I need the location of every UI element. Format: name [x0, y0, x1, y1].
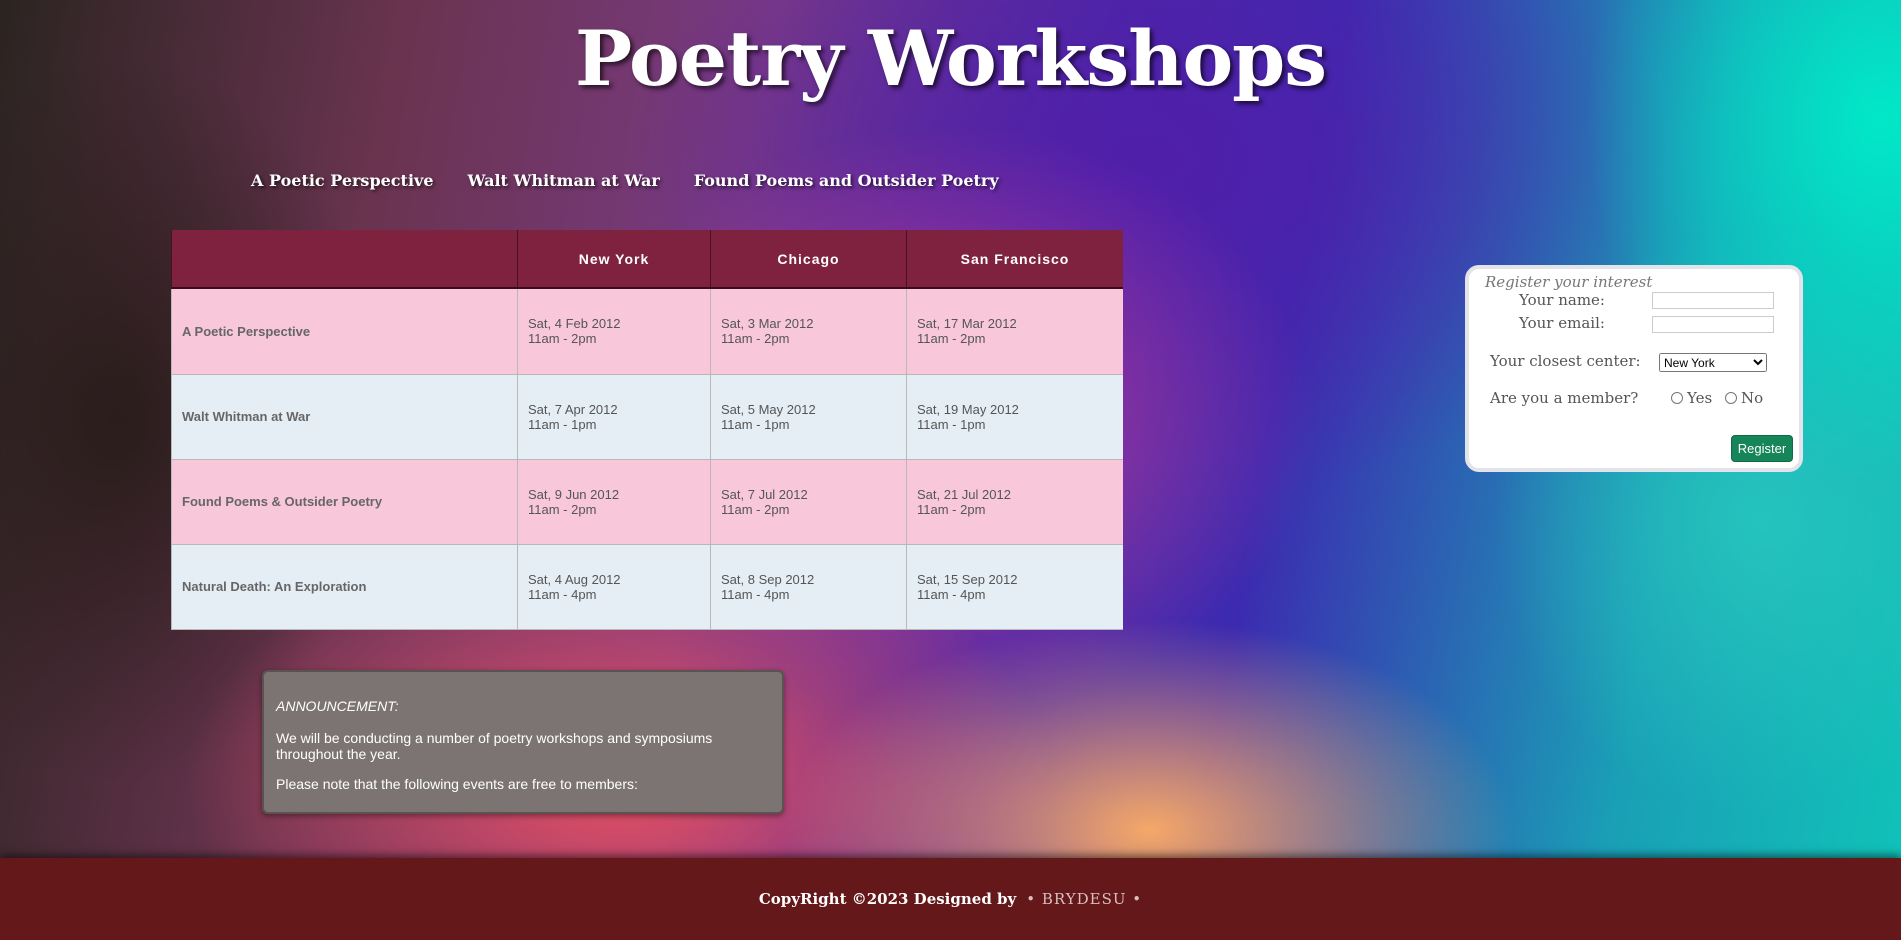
table-row: Natural Death: An Exploration Sat, 4 Aug…	[171, 544, 1123, 631]
session-cell: Sat, 21 Jul 2012 11am - 2pm	[906, 459, 1123, 545]
announcement-text: Please note that the following events ar…	[276, 776, 638, 792]
center-select[interactable]: New York	[1659, 353, 1767, 372]
session-cell: Sat, 15 Sep 2012 11am - 4pm	[906, 544, 1123, 631]
member-no-radio[interactable]	[1725, 392, 1737, 404]
table-row: Found Poems & Outsider Poetry Sat, 9 Jun…	[171, 459, 1123, 545]
schedule-table: New York Chicago San Francisco A Poetic …	[171, 230, 1123, 631]
announcement-text: We will be conducting a number of poetry…	[276, 730, 713, 762]
table-row: Walt Whitman at War Sat, 7 Apr 2012 11am …	[171, 374, 1123, 460]
email-label: Your email:	[1519, 314, 1605, 332]
workshop-nav: A Poetic Perspective Walt Whitman at War…	[251, 171, 999, 190]
session-cell: Sat, 4 Aug 2012 11am - 4pm	[517, 544, 711, 631]
nav-link-walt-whitman[interactable]: Walt Whitman at War	[468, 171, 660, 190]
table-header-row: New York Chicago San Francisco	[171, 230, 1123, 289]
member-no-label: No	[1741, 389, 1764, 407]
workshop-name: A Poetic Perspective	[171, 288, 518, 375]
session-cell: Sat, 9 Jun 2012 11am - 2pm	[517, 459, 711, 545]
footer-copyright: CopyRight ©2023 Designed by	[758, 890, 1017, 908]
footer: CopyRight ©2023 Designed by • BRYDESU •	[0, 858, 1901, 940]
nav-link-poetic-perspective[interactable]: A Poetic Perspective	[251, 171, 434, 190]
member-yes-radio[interactable]	[1671, 392, 1683, 404]
column-header-san-francisco: San Francisco	[906, 230, 1123, 289]
register-form: Register your interest Your name: Your e…	[1465, 265, 1803, 472]
footer-brand-link[interactable]: • BRYDESU •	[1026, 890, 1142, 908]
session-cell: Sat, 4 Feb 2012 11am - 2pm	[517, 288, 711, 375]
session-cell: Sat, 17 Mar 2012 11am - 2pm	[906, 288, 1123, 375]
column-header-workshop	[171, 230, 518, 289]
column-header-new-york: New York	[517, 230, 711, 289]
register-legend: Register your interest	[1485, 273, 1653, 291]
member-no-option[interactable]: No	[1725, 389, 1763, 407]
name-label: Your name:	[1519, 291, 1605, 309]
workshop-name: Natural Death: An Exploration	[171, 544, 518, 631]
workshop-name: Found Poems & Outsider Poetry	[171, 459, 518, 545]
workshop-name: Walt Whitman at War	[171, 374, 518, 460]
nav-link-found-poems[interactable]: Found Poems and Outsider Poetry	[694, 171, 999, 190]
member-label: Are you a member?	[1490, 389, 1639, 407]
announcement-heading: ANNOUNCEMENT:	[276, 698, 399, 714]
session-cell: Sat, 5 May 2012 11am - 1pm	[710, 374, 907, 460]
announcement-box: ANNOUNCEMENT: We will be conducting a nu…	[262, 670, 784, 814]
member-yes-option[interactable]: Yes	[1671, 389, 1712, 407]
session-cell: Sat, 7 Apr 2012 11am - 1pm	[517, 374, 711, 460]
session-cell: Sat, 19 May 2012 11am - 1pm	[906, 374, 1123, 460]
column-header-chicago: Chicago	[710, 230, 907, 289]
table-row: A Poetic Perspective Sat, 4 Feb 2012 11am…	[171, 288, 1123, 375]
session-cell: Sat, 8 Sep 2012 11am - 4pm	[710, 544, 907, 631]
session-cell: Sat, 7 Jul 2012 11am - 2pm	[710, 459, 907, 545]
center-label: Your closest center:	[1490, 352, 1641, 370]
session-cell: Sat, 3 Mar 2012 11am - 2pm	[710, 288, 907, 375]
page-title: Poetry Workshops	[574, 14, 1327, 103]
register-button[interactable]: Register	[1731, 435, 1793, 462]
email-field[interactable]	[1652, 316, 1774, 333]
name-field[interactable]	[1652, 292, 1774, 309]
member-yes-label: Yes	[1687, 389, 1713, 407]
